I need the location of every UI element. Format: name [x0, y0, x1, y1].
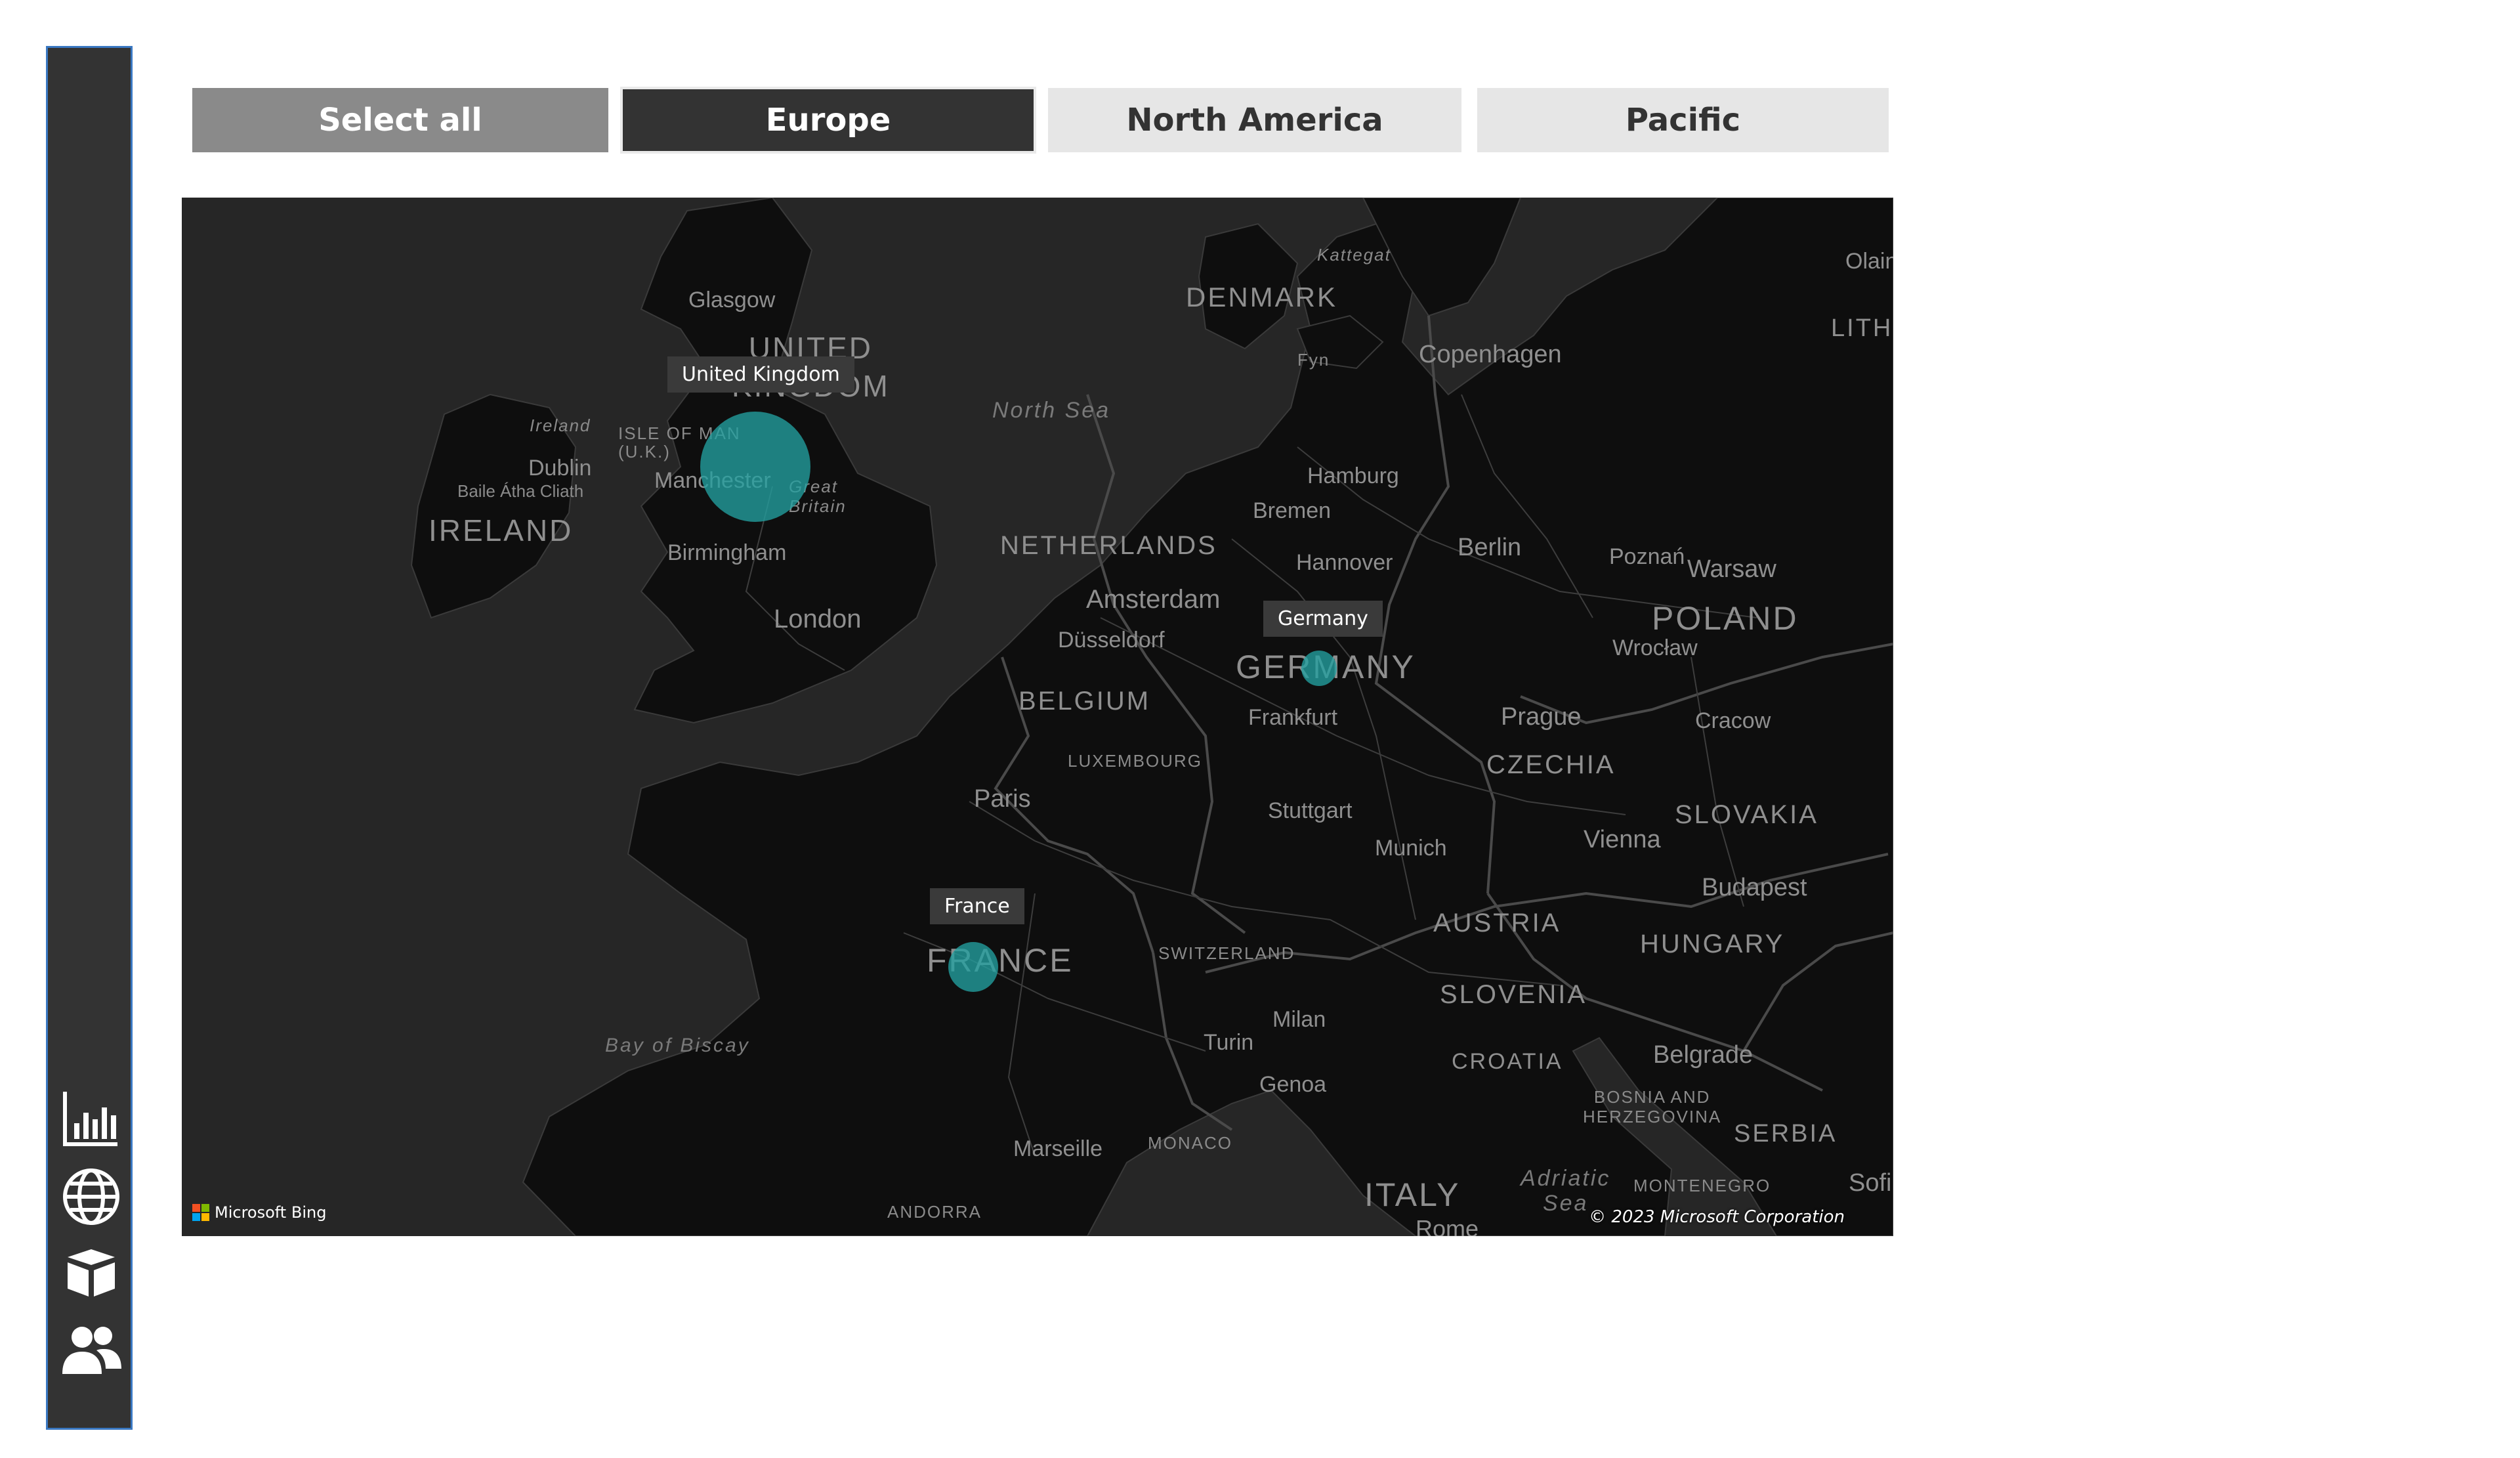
nav-people-button[interactable]: [57, 1318, 125, 1383]
europe-button[interactable]: Europe: [620, 87, 1036, 154]
label-paris: Paris: [974, 785, 1031, 813]
label-slovenia: SLOVENIA: [1440, 980, 1587, 1009]
label-andorra: ANDORRA: [887, 1202, 982, 1222]
nav-bar-chart-button[interactable]: [57, 1085, 125, 1151]
label-hannover: Hannover: [1296, 550, 1393, 575]
label-ireland-small: Ireland: [530, 416, 591, 435]
label-poland: POLAND: [1652, 600, 1799, 637]
data-label-germany: Germany: [1263, 601, 1383, 637]
data-label-france: France: [930, 888, 1024, 924]
label-netherlands: NETHERLANDS: [1000, 531, 1217, 560]
bubble-united-kingdom[interactable]: [700, 412, 810, 522]
label-genoa: Genoa: [1259, 1072, 1327, 1097]
label-budapest: Budapest: [1702, 874, 1807, 901]
pacific-button[interactable]: Pacific: [1477, 88, 1889, 152]
label-cracow: Cracow: [1695, 708, 1771, 733]
label-serbia: SERBIA: [1734, 1120, 1838, 1147]
north-america-button[interactable]: North America: [1048, 88, 1461, 152]
label-bremen: Bremen: [1253, 498, 1332, 523]
label-amsterdam: Amsterdam: [1086, 585, 1221, 614]
label-vienna: Vienna: [1584, 826, 1661, 853]
label-glasgow: Glasgow: [688, 288, 776, 312]
label-croatia: CROATIA: [1452, 1049, 1563, 1074]
label-baile: Baile Átha Cliath: [457, 481, 584, 501]
label-dublin: Dublin: [528, 456, 592, 481]
label-frankfurt: Frankfurt: [1248, 705, 1338, 730]
bubble-germany[interactable]: [1301, 651, 1337, 686]
label-copenhagen: Copenhagen: [1419, 341, 1562, 368]
label-kattegat: Kattegat: [1317, 245, 1391, 265]
map-visual[interactable]: UNITED KINGDOM IRELAND Ireland ISLE OF M…: [182, 198, 1893, 1236]
label-wroclaw: Wrocław: [1612, 635, 1698, 660]
label-bosnia: BOSNIA AND HERZEGOVINA: [1583, 1087, 1722, 1126]
map-copyright: © 2023 Microsoft Corporation: [1589, 1207, 1845, 1227]
label-birmingham: Birmingham: [667, 540, 787, 565]
label-sofi: Sofi: [1849, 1169, 1892, 1197]
label-belgium: BELGIUM: [1018, 687, 1151, 716]
label-belgrade: Belgrade: [1653, 1041, 1754, 1069]
label-luxembourg: LUXEMBOURG: [1068, 751, 1202, 771]
label-stuttgart: Stuttgart: [1268, 798, 1353, 823]
label-olain: Olain: [1845, 249, 1893, 274]
label-ireland: IRELAND: [429, 513, 574, 547]
label-marseille: Marseille: [1013, 1136, 1103, 1161]
bubble-france[interactable]: [948, 942, 998, 992]
label-rome: Rome: [1416, 1215, 1479, 1236]
label-munich: Munich: [1375, 836, 1447, 861]
label-switzerland: SWITZERLAND: [1158, 943, 1295, 963]
people-icon: [62, 1327, 121, 1374]
label-poznan: Poznań: [1609, 544, 1685, 569]
microsoft-logo-icon: [192, 1204, 209, 1221]
label-warsaw: Warsaw: [1687, 555, 1776, 583]
label-north-sea: North Sea: [992, 398, 1111, 423]
label-fyn: Fyn: [1297, 350, 1330, 370]
nav-globe-button[interactable]: [57, 1164, 125, 1230]
label-denmark: DENMARK: [1186, 282, 1338, 312]
label-lith: LITHU: [1831, 314, 1893, 342]
select-all-button[interactable]: Select all: [192, 88, 608, 152]
bing-logo: Microsoft Bing: [192, 1203, 326, 1222]
label-italy: ITALY: [1364, 1176, 1461, 1213]
map-basemap: [410, 198, 1893, 1236]
label-hungary: HUNGARY: [1640, 930, 1785, 958]
label-czechia: CZECHIA: [1486, 750, 1616, 779]
label-monaco: MONACO: [1148, 1133, 1232, 1153]
label-turin: Turin: [1204, 1030, 1254, 1055]
label-hamburg: Hamburg: [1307, 463, 1399, 488]
bar-chart-icon: [63, 1092, 117, 1146]
box-icon: [68, 1249, 115, 1297]
label-austria: AUSTRIA: [1433, 909, 1561, 937]
bing-label: Microsoft Bing: [215, 1203, 327, 1222]
label-london: London: [774, 605, 862, 633]
nav-box-button[interactable]: [57, 1240, 125, 1306]
label-bay-of-biscay: Bay of Biscay: [605, 1035, 750, 1056]
label-dusseldorf: Düsseldorf: [1058, 628, 1165, 653]
label-milan: Milan: [1272, 1007, 1326, 1032]
label-prague: Prague: [1501, 703, 1582, 731]
label-slovakia: SLOVAKIA: [1675, 800, 1818, 829]
data-label-united-kingdom: United Kingdom: [667, 356, 854, 393]
navigation-rail: [46, 46, 133, 1430]
label-berlin: Berlin: [1458, 534, 1522, 561]
label-montenegro: MONTENEGRO: [1633, 1176, 1771, 1195]
globe-icon: [63, 1169, 119, 1225]
